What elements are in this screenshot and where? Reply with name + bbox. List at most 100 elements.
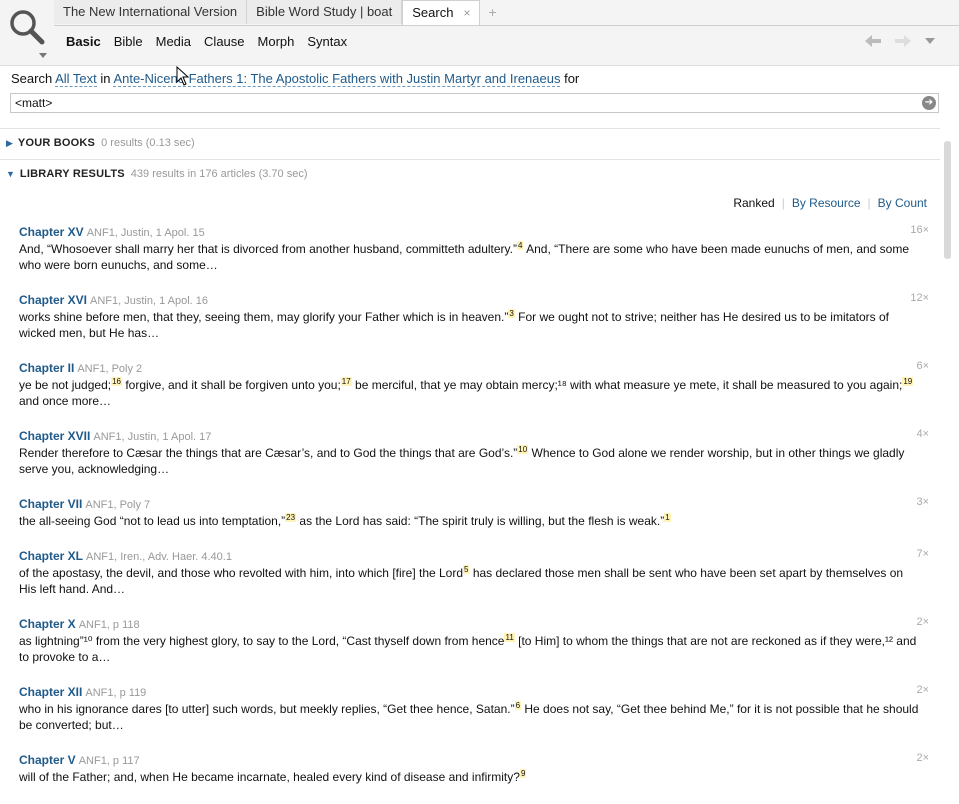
snippet-text: the all-seeing God “not to lead us into …: [19, 514, 286, 528]
result-item[interactable]: Chapter XII ANF1, p 119 2× who in his ignor…: [19, 684, 929, 733]
result-source: ANF1, Poly 2: [77, 363, 143, 375]
result-snippet: as lightning”¹⁰ from the very highest gl…: [19, 633, 929, 665]
result-hit-count: 7×: [916, 548, 929, 560]
sort-by-count[interactable]: By Count: [878, 196, 927, 210]
snippet-text: ye be not judged;: [19, 378, 112, 392]
result-source: ANF1, Justin, 1 Apol. 17: [93, 431, 212, 443]
search-magnifier-icon[interactable]: [6, 6, 48, 60]
result-snippet: will of the Father; and, when He became …: [19, 769, 929, 785]
result-hit-count: 3×: [916, 496, 929, 508]
library-results-section[interactable]: ▼ LIBRARY RESULTS 439 results in 176 artic…: [6, 168, 307, 180]
result-snippet: works shine before men, that they, seein…: [19, 309, 929, 341]
result-title: Chapter XL ANF1, Iren., Adv. Haer. 4.40.1: [19, 548, 929, 565]
footnote-highlight[interactable]: 9: [519, 769, 527, 778]
result-snippet: of the apostasy, the devil, and those wh…: [19, 565, 929, 597]
result-chapter-link[interactable]: Chapter XVII: [19, 429, 90, 443]
tab-word-study[interactable]: Bible Word Study | boat: [247, 0, 403, 24]
result-hit-count: 6×: [916, 360, 929, 372]
subnav-clause[interactable]: Clause: [204, 34, 244, 49]
result-source: ANF1, Iren., Adv. Haer. 4.40.1: [86, 551, 232, 563]
search-go-icon[interactable]: ➔: [922, 96, 936, 110]
footnote-highlight[interactable]: 16: [111, 377, 122, 386]
footnote-highlight[interactable]: 19: [902, 377, 914, 386]
expanded-triangle-icon: ▼: [6, 169, 15, 179]
result-hit-count: 4×: [916, 428, 929, 440]
result-chapter-link[interactable]: Chapter XV: [19, 225, 84, 239]
result-chapter-link[interactable]: Chapter XL: [19, 549, 83, 563]
tab-niv[interactable]: The New International Version: [54, 0, 248, 24]
result-title: Chapter X ANF1, p 118: [19, 616, 929, 633]
add-tab-button[interactable]: +: [480, 0, 504, 24]
search-scope-line: Search All Text in Ante-Nicene Fathers 1…: [11, 71, 580, 87]
mouse-cursor-icon: [176, 66, 190, 86]
snippet-text: Render therefore to Cæsar the things tha…: [19, 446, 518, 460]
chevron-down-icon[interactable]: [925, 35, 935, 47]
snippet-text: And, “Whosoever shall marry her that is …: [19, 242, 517, 256]
footnote-highlight[interactable]: 1: [664, 513, 671, 522]
result-chapter-link[interactable]: Chapter XII: [19, 685, 82, 699]
result-title: Chapter V ANF1, p 117: [19, 752, 929, 769]
sort-by-resource[interactable]: By Resource: [792, 196, 861, 210]
arrow-left-icon[interactable]: [865, 35, 881, 47]
result-title: Chapter XII ANF1, p 119: [19, 684, 929, 701]
scrollbar[interactable]: [944, 141, 952, 774]
result-source: ANF1, Justin, 1 Apol. 16: [90, 295, 209, 307]
subnav-morph[interactable]: Morph: [258, 34, 295, 49]
result-item[interactable]: Chapter XL ANF1, Iren., Adv. Haer. 4.40.1…: [19, 548, 929, 597]
snippet-text: forgive, and it shall be forgiven unto y…: [121, 378, 341, 392]
subnav-bible[interactable]: Bible: [114, 34, 143, 49]
result-item[interactable]: Chapter II ANF1, Poly 2 6× ye be not judged…: [19, 360, 929, 409]
result-title: Chapter XV ANF1, Justin, 1 Apol. 15: [19, 224, 929, 241]
result-hit-count: 2×: [916, 752, 929, 764]
result-snippet: who in his ignorance dares [to utter] su…: [19, 701, 929, 733]
result-title: Chapter XVII ANF1, Justin, 1 Apol. 17: [19, 428, 929, 445]
search-input[interactable]: [15, 96, 905, 110]
result-item[interactable]: Chapter XVI ANF1, Justin, 1 Apol. 16 12× wo…: [19, 292, 929, 341]
sort-ranked[interactable]: Ranked: [733, 196, 774, 210]
tab-search[interactable]: Search ×: [402, 0, 481, 26]
result-title: Chapter VII ANF1, Poly 7: [19, 496, 929, 513]
search-field[interactable]: ➔: [10, 93, 939, 113]
scrollbar-thumb[interactable]: [944, 141, 951, 259]
arrow-right-icon[interactable]: [895, 35, 911, 47]
divider: [0, 159, 940, 160]
search-type-nav: Basic Bible Media Clause Morph Syntax: [66, 34, 360, 49]
history-nav: [865, 35, 935, 47]
result-snippet: the all-seeing God “not to lead us into …: [19, 513, 929, 529]
collapsed-triangle-icon: ▶: [6, 138, 13, 148]
result-hit-count: 16×: [910, 224, 929, 236]
result-item[interactable]: Chapter X ANF1, p 118 2× as lightning”¹⁰ fr…: [19, 616, 929, 665]
tab-divider: [54, 25, 959, 26]
result-snippet: And, “Whosoever shall marry her that is …: [19, 241, 929, 273]
result-item[interactable]: Chapter V ANF1, p 117 2× will of the Father…: [19, 752, 929, 785]
header: The New International Version Bible Word…: [0, 0, 959, 65]
scope-dropdown[interactable]: All Text: [55, 71, 97, 87]
result-hit-count: 2×: [916, 684, 929, 696]
subnav-syntax[interactable]: Syntax: [307, 34, 347, 49]
result-chapter-link[interactable]: Chapter V: [19, 753, 76, 767]
result-chapter-link[interactable]: Chapter X: [19, 617, 76, 631]
result-chapter-link[interactable]: Chapter VII: [19, 497, 82, 511]
result-source: ANF1, p 117: [78, 755, 140, 767]
result-source: ANF1, p 119: [85, 687, 147, 699]
result-hit-count: 2×: [916, 616, 929, 628]
result-chapter-link[interactable]: Chapter II: [19, 361, 74, 375]
subnav-media[interactable]: Media: [156, 34, 191, 49]
result-chapter-link[interactable]: Chapter XVI: [19, 293, 87, 307]
result-source: ANF1, p 118: [78, 619, 140, 631]
result-snippet: ye be not judged;16 forgive, and it shal…: [19, 377, 929, 409]
your-books-section[interactable]: ▶ YOUR BOOKS 0 results (0.13 sec): [6, 137, 195, 149]
result-source: ANF1, Poly 7: [85, 499, 151, 511]
footnote-highlight[interactable]: 10: [517, 445, 529, 454]
result-item[interactable]: Chapter VII ANF1, Poly 7 3× the all-seeing …: [19, 496, 929, 529]
result-item[interactable]: Chapter XVII ANF1, Justin, 1 Apol. 17 4× Re…: [19, 428, 929, 477]
result-snippet: Render therefore to Cæsar the things tha…: [19, 445, 929, 477]
subnav-basic[interactable]: Basic: [66, 34, 101, 49]
tab-close-icon[interactable]: ×: [463, 6, 470, 20]
footnote-highlight[interactable]: 17: [340, 377, 352, 386]
footnote-highlight[interactable]: 11: [504, 633, 515, 642]
result-item[interactable]: Chapter XV ANF1, Justin, 1 Apol. 15 16× And…: [19, 224, 929, 273]
snippet-text: of the apostasy, the devil, and those wh…: [19, 566, 464, 580]
snippet-text: works shine before men, that they, seein…: [19, 310, 509, 324]
footnote-highlight[interactable]: 23: [285, 513, 297, 522]
